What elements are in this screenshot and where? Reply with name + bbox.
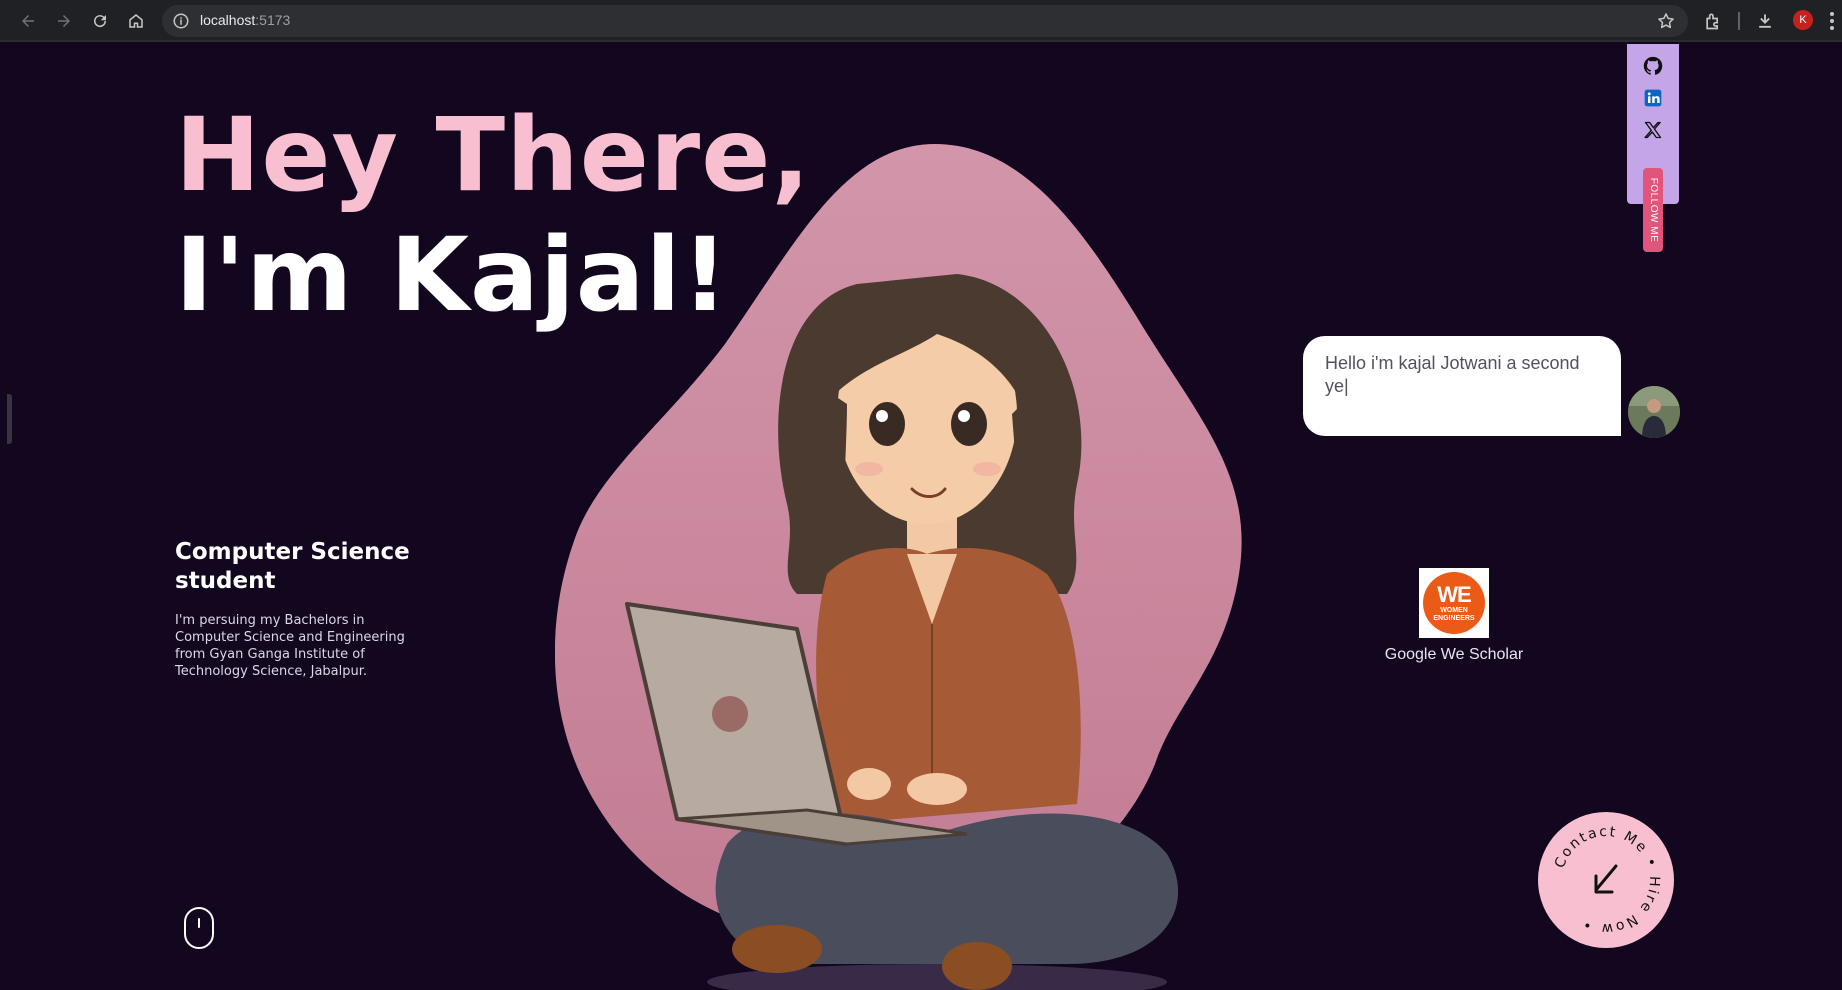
avatar[interactable] <box>1628 386 1680 438</box>
linkedin-icon[interactable] <box>1641 86 1665 110</box>
follow-me-tag[interactable]: FOLLOW ME <box>1643 168 1663 252</box>
home-icon[interactable] <box>124 9 148 33</box>
portfolio-page: Hey There, I'm Kajal! Computer Science s… <box>7 44 1842 990</box>
svg-text:Contact Me • Hire Now •: Contact Me • Hire Now • <box>1552 824 1662 936</box>
contact-me-button[interactable]: Contact Me • Hire Now • <box>1538 812 1674 948</box>
forward-icon[interactable] <box>52 9 76 33</box>
menu-icon[interactable] <box>1830 12 1834 30</box>
arrow-down-left-icon <box>1594 864 1618 894</box>
back-icon[interactable] <box>16 9 40 33</box>
women-engineers-logo: WE WOMEN ENGINEERS <box>1419 568 1489 638</box>
reload-icon[interactable] <box>88 9 112 33</box>
toolbar-divider <box>1738 12 1740 30</box>
scholar-label: Google We Scholar <box>1384 646 1524 663</box>
github-icon[interactable] <box>1641 54 1665 78</box>
browser-toolbar: localhost:5173 K <box>0 0 1842 42</box>
intro-description: I'm persuing my Bachelors in Computer Sc… <box>175 613 405 679</box>
scroll-mouse-icon[interactable] <box>184 907 214 949</box>
chat-bubble: Hello i'm kajal Jotwani a second ye| <box>1303 336 1621 436</box>
url-text: localhost:5173 <box>200 12 291 28</box>
star-icon[interactable] <box>1656 11 1676 31</box>
info-icon[interactable] <box>172 12 190 30</box>
download-icon[interactable] <box>1753 9 1777 33</box>
chat-bubble-text: Hello i'm kajal Jotwani a second ye| <box>1325 353 1580 396</box>
intro-title: Computer Science student <box>175 539 410 594</box>
contact-ring-text: Contact Me • Hire Now • <box>1552 824 1660 936</box>
profile-avatar[interactable]: K <box>1793 10 1813 30</box>
address-bar[interactable]: localhost:5173 <box>162 5 1688 37</box>
x-twitter-icon[interactable] <box>1641 118 1665 142</box>
extensions-icon[interactable] <box>1701 9 1725 33</box>
hero-illustration <box>625 274 1179 990</box>
scroll-handle[interactable] <box>7 394 12 444</box>
